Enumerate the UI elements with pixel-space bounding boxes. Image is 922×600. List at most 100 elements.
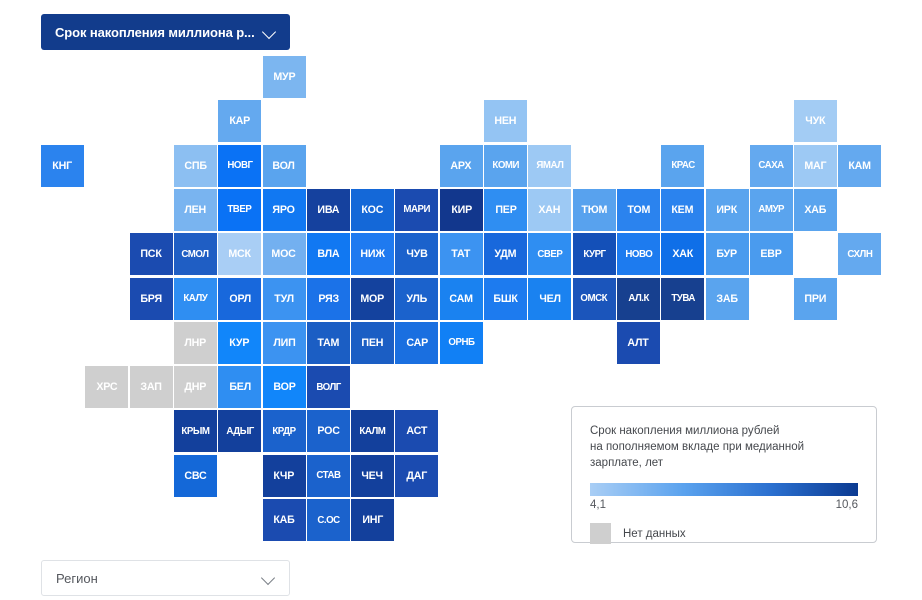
map-tile-ВОР[interactable]: ВОР	[262, 366, 306, 409]
map-tile-МСК[interactable]: МСК	[218, 233, 262, 276]
map-tile-МАРИ[interactable]: МАРИ	[395, 188, 439, 231]
map-tile-КАЛУ[interactable]: КАЛУ	[173, 277, 217, 320]
map-tile-УЛЬ[interactable]: УЛЬ	[395, 277, 439, 320]
map-tile-ХАБ[interactable]: ХАБ	[794, 188, 838, 231]
map-tile-ДАГ[interactable]: ДАГ	[395, 454, 439, 497]
map-tile-ИВА[interactable]: ИВА	[306, 188, 350, 231]
map-tile-ПРИ[interactable]: ПРИ	[794, 277, 838, 320]
map-tile-КАБ[interactable]: КАБ	[262, 499, 306, 541]
map-tile-ТВЕР[interactable]: ТВЕР	[218, 188, 262, 231]
map-tile-ЧУК[interactable]: ЧУК	[794, 100, 838, 143]
map-tile-НОВГ[interactable]: НОВГ	[218, 144, 262, 187]
map-tile-С.ОС[interactable]: С.ОС	[306, 499, 350, 541]
map-tile-КОС[interactable]: КОС	[351, 188, 395, 231]
map-tile-ИНГ[interactable]: ИНГ	[351, 499, 395, 541]
map-tile-КУР[interactable]: КУР	[218, 321, 262, 364]
map-tile-КУРГ[interactable]: КУРГ	[572, 233, 616, 276]
map-tile-МАГ[interactable]: МАГ	[794, 144, 838, 187]
map-tile-ТУВА[interactable]: ТУВА	[661, 277, 705, 320]
map-tile-САМ[interactable]: САМ	[439, 277, 483, 320]
map-tile-ОМСК[interactable]: ОМСК	[572, 277, 616, 320]
map-tile-МОР[interactable]: МОР	[351, 277, 395, 320]
map-tile-ЧЕЛ[interactable]: ЧЕЛ	[528, 277, 572, 320]
map-tile-ВОЛ[interactable]: ВОЛ	[262, 144, 306, 187]
map-tile-МУР[interactable]: МУР	[262, 56, 306, 98]
map-tile-ЗАБ[interactable]: ЗАБ	[705, 277, 749, 320]
map-tile-ЛИП[interactable]: ЛИП	[262, 321, 306, 364]
map-tile-label: ЧУВ	[406, 248, 428, 261]
map-tile-ВОЛГ[interactable]: ВОЛГ	[306, 366, 350, 409]
map-tile-СМОЛ[interactable]: СМОЛ	[173, 233, 217, 276]
map-tile-ТАТ[interactable]: ТАТ	[439, 233, 483, 276]
map-tile-НОВО[interactable]: НОВО	[616, 233, 660, 276]
map-tile-НИЖ[interactable]: НИЖ	[351, 233, 395, 276]
map-tile-ЯМАЛ[interactable]: ЯМАЛ	[528, 144, 572, 187]
map-tile-БЕЛ[interactable]: БЕЛ	[218, 366, 262, 409]
map-tile-ДНР[interactable]: ДНР	[173, 366, 217, 409]
map-tile-КОМИ[interactable]: КОМИ	[484, 144, 527, 187]
map-tile-АЛТ[interactable]: АЛТ	[616, 321, 660, 364]
map-tile-АДЫГ[interactable]: АДЫГ	[218, 410, 262, 453]
map-tile-ОРЛ[interactable]: ОРЛ	[218, 277, 262, 320]
map-tile-КРДР[interactable]: КРДР	[262, 410, 306, 453]
map-tile-АЛ.К[interactable]: АЛ.К	[616, 277, 660, 320]
map-tile-КРАС[interactable]: КРАС	[661, 144, 705, 187]
map-tile-КАМ[interactable]: КАМ	[838, 144, 882, 187]
map-tile-ЯРО[interactable]: ЯРО	[262, 188, 306, 231]
map-tile-БРЯ[interactable]: БРЯ	[129, 277, 173, 320]
map-tile-САХА[interactable]: САХА	[749, 144, 793, 187]
map-tile-ОРНБ[interactable]: ОРНБ	[439, 321, 483, 364]
map-tile-ХРС[interactable]: ХРС	[85, 366, 129, 409]
map-tile-АСТ[interactable]: АСТ	[395, 410, 439, 453]
map-tile-БШК[interactable]: БШК	[484, 277, 527, 320]
map-tile-ЛНР[interactable]: ЛНР	[173, 321, 217, 364]
map-tile-УДМ[interactable]: УДМ	[484, 233, 527, 276]
region-select-dropdown[interactable]: Регион	[41, 560, 290, 596]
map-tile-label: ХАК	[672, 248, 694, 261]
map-tile-СПБ[interactable]: СПБ	[173, 144, 217, 187]
map-tile-ИРК[interactable]: ИРК	[705, 188, 749, 231]
map-tile-ЧУВ[interactable]: ЧУВ	[395, 233, 439, 276]
map-tile-label: АЛ.К	[628, 293, 649, 304]
map-tile-ВЛА[interactable]: ВЛА	[306, 233, 350, 276]
map-tile-КНГ[interactable]: КНГ	[41, 144, 84, 187]
map-tile-СХЛН[interactable]: СХЛН	[838, 233, 882, 276]
map-tile-ПЕН[interactable]: ПЕН	[351, 321, 395, 364]
map-tile-БУР[interactable]: БУР	[705, 233, 749, 276]
map-tile-label: СМОЛ	[181, 248, 210, 260]
map-tile-РОС[interactable]: РОС	[306, 410, 350, 453]
map-tile-КЕМ[interactable]: КЕМ	[661, 188, 705, 231]
map-tile-ХАН[interactable]: ХАН	[528, 188, 572, 231]
map-tile-ЕВР[interactable]: ЕВР	[749, 233, 793, 276]
map-tile-label: ПРИ	[804, 292, 827, 305]
map-tile-САР[interactable]: САР	[395, 321, 439, 364]
map-tile-ЧЕЧ[interactable]: ЧЕЧ	[351, 454, 395, 497]
map-tile-ЗАП[interactable]: ЗАП	[129, 366, 173, 409]
map-tile-МОС[interactable]: МОС	[262, 233, 306, 276]
map-tile-АМУР[interactable]: АМУР	[749, 188, 793, 231]
map-tile-ПСК[interactable]: ПСК	[129, 233, 173, 276]
map-tile-КИР[interactable]: КИР	[439, 188, 483, 231]
map-tile-ТОМ[interactable]: ТОМ	[616, 188, 660, 231]
map-tile-СТАВ[interactable]: СТАВ	[306, 454, 350, 497]
map-tile-РЯЗ[interactable]: РЯЗ	[306, 277, 350, 320]
map-tile-СВЕР[interactable]: СВЕР	[528, 233, 572, 276]
map-tile-ТУЛ[interactable]: ТУЛ	[262, 277, 306, 320]
map-tile-КРЫМ[interactable]: КРЫМ	[173, 410, 217, 453]
map-tile-КАР[interactable]: КАР	[218, 100, 262, 143]
map-tile-ЛЕН[interactable]: ЛЕН	[173, 188, 217, 231]
map-tile-label: ДНР	[184, 381, 207, 394]
map-tile-label: ЧЕЧ	[361, 469, 384, 482]
map-tile-ТЮМ[interactable]: ТЮМ	[572, 188, 616, 231]
map-tile-КЧР[interactable]: КЧР	[262, 454, 306, 497]
map-tile-label: БЕЛ	[228, 381, 251, 394]
map-tile-ПЕР[interactable]: ПЕР	[484, 188, 527, 231]
map-tile-ХАК[interactable]: ХАК	[661, 233, 705, 276]
map-tile-КАЛМ[interactable]: КАЛМ	[351, 410, 395, 453]
map-tile-label: ЛЕН	[184, 203, 207, 216]
map-tile-СВС[interactable]: СВС	[173, 454, 217, 497]
map-tile-АРХ[interactable]: АРХ	[439, 144, 483, 187]
map-tile-ТАМ[interactable]: ТАМ	[306, 321, 350, 364]
legend-panel: Срок накопления миллиона рублей на попол…	[571, 406, 877, 544]
map-tile-НЕН[interactable]: НЕН	[484, 100, 527, 143]
